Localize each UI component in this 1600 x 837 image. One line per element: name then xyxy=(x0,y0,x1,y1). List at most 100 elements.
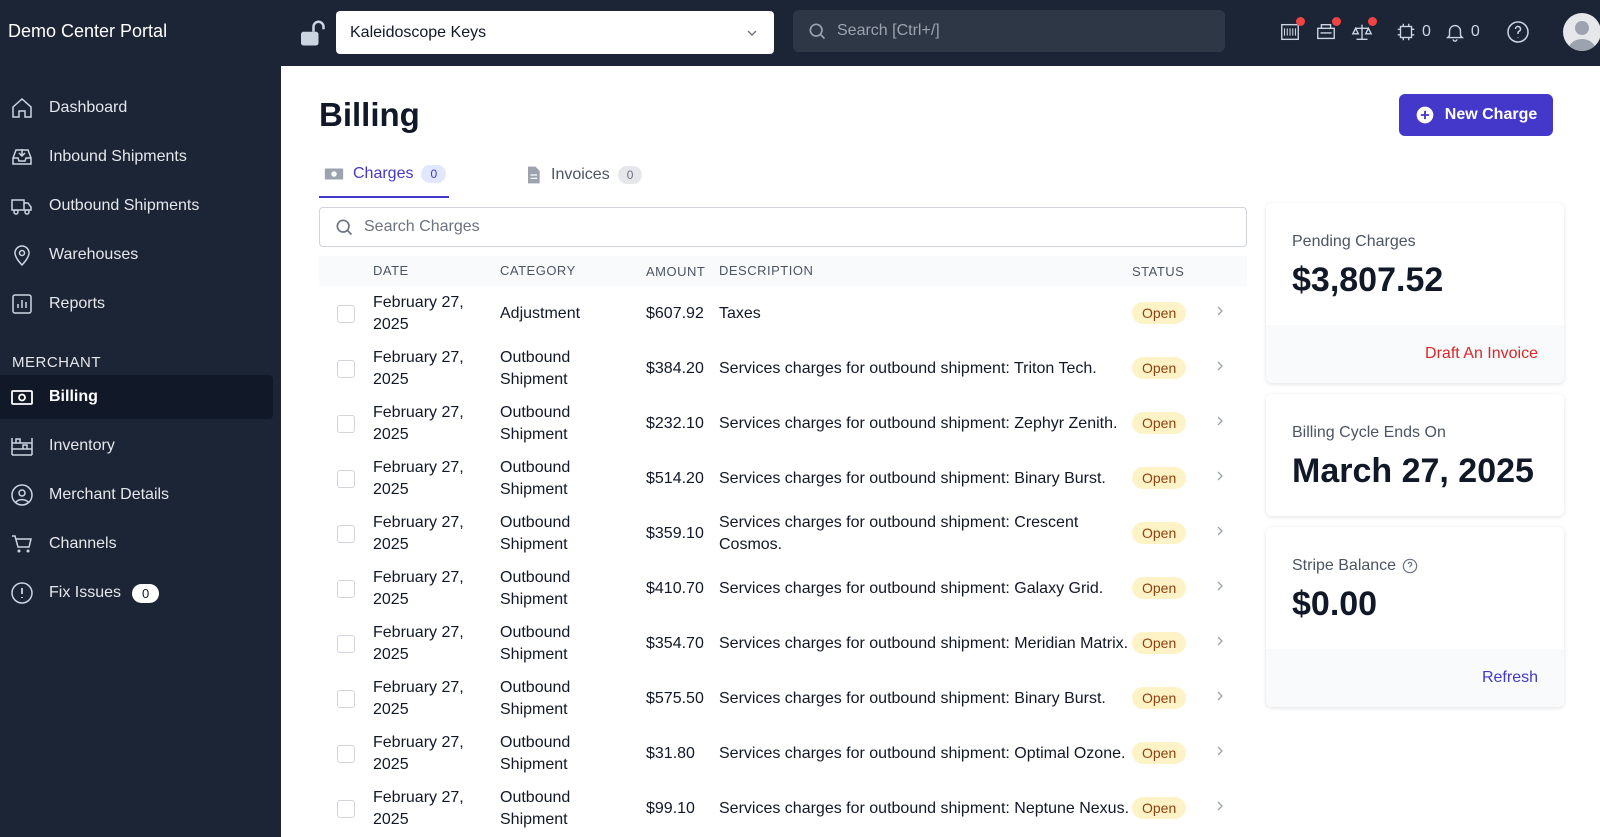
cell-description: Services charges for outbound shipment: … xyxy=(719,359,1097,377)
billing-cycle-card: Billing Cycle Ends On March 27, 2025 xyxy=(1266,394,1564,516)
refresh-link[interactable]: Refresh xyxy=(1482,669,1538,686)
chevron-right-icon[interactable] xyxy=(1212,468,1242,489)
sidebar-item-merchant-details[interactable]: Merchant Details xyxy=(0,473,273,517)
chevron-right-icon[interactable] xyxy=(1212,358,1242,379)
sidebar-item-outbound-shipments[interactable]: Outbound Shipments xyxy=(0,184,273,228)
column-header-category[interactable]: CATEGORY xyxy=(500,260,646,282)
column-header-amount[interactable]: AMOUNT xyxy=(646,264,719,279)
sidebar-item-fix-issues[interactable]: Fix Issues 0 xyxy=(0,571,273,615)
chevron-right-icon[interactable] xyxy=(1212,523,1242,544)
sidebar-item-channels[interactable]: Channels xyxy=(0,522,273,566)
table-row[interactable]: February 27, 2025 Outbound Shipment $232.10 S… xyxy=(319,396,1247,451)
date-line: February 27, xyxy=(373,403,464,421)
stripe-balance-value: $0.00 xyxy=(1292,585,1378,623)
column-header-status[interactable]: STATUS xyxy=(1132,264,1212,279)
row-checkbox[interactable] xyxy=(337,414,355,433)
status-badge: Open xyxy=(1132,411,1187,434)
chip-icon[interactable] xyxy=(1394,20,1418,44)
printer-icon[interactable] xyxy=(1314,17,1341,44)
help-icon[interactable] xyxy=(1506,20,1530,44)
unlock-icon[interactable] xyxy=(296,18,326,48)
row-checkbox[interactable] xyxy=(337,304,355,323)
row-checkbox[interactable] xyxy=(337,634,355,653)
cell-date: February 27, 2025 xyxy=(373,622,500,666)
date-line: February 27, xyxy=(373,623,464,641)
row-checkbox[interactable] xyxy=(337,359,355,378)
draft-invoice-link[interactable]: Draft An Invoice xyxy=(1425,345,1538,362)
billing-cycle-value: March 27, 2025 xyxy=(1292,452,1534,490)
table-row[interactable]: February 27, 2025 Outbound Shipment $354.70 S… xyxy=(319,616,1247,671)
cell-status: Open xyxy=(1132,576,1212,599)
avatar[interactable] xyxy=(1563,13,1600,51)
status-badge: Open xyxy=(1132,576,1187,599)
date-line: 2025 xyxy=(373,645,409,663)
column-header-date[interactable]: DATE xyxy=(373,260,500,282)
top-icons: 0 0 xyxy=(1278,17,1530,47)
row-checkbox[interactable] xyxy=(337,469,355,488)
date-line: 2025 xyxy=(373,425,409,443)
table-row[interactable]: February 27, 2025 Outbound Shipment $99.10 Se… xyxy=(319,781,1247,836)
card-footer: Refresh xyxy=(1266,649,1564,707)
cell-status: Open xyxy=(1132,686,1212,709)
table-row[interactable]: February 27, 2025 Outbound Shipment $384.20 S… xyxy=(319,341,1247,396)
sidebar-item-label: Outbound Shipments xyxy=(49,197,200,214)
row-checkbox[interactable] xyxy=(337,524,355,543)
row-checkbox[interactable] xyxy=(337,799,355,818)
table-row[interactable]: February 27, 2025 Outbound Shipment $31.80 Se… xyxy=(319,726,1247,781)
row-checkbox[interactable] xyxy=(337,689,355,708)
global-search-input[interactable]: Search [Ctrl+/] xyxy=(793,10,1225,52)
cell-date: February 27, 2025 xyxy=(373,677,500,721)
sidebar-item-billing[interactable]: Billing xyxy=(0,375,273,419)
cell-date: February 27, 2025 xyxy=(373,402,500,446)
row-checkbox[interactable] xyxy=(337,744,355,763)
search-icon xyxy=(809,23,826,40)
status-badge: Open xyxy=(1132,741,1187,764)
chevron-right-icon[interactable] xyxy=(1212,633,1242,654)
sidebar-item-reports[interactable]: Reports xyxy=(0,282,273,326)
table-row[interactable]: February 27, 2025 Outbound Shipment $359.10 S… xyxy=(319,506,1247,561)
category-line: Outbound xyxy=(500,623,571,641)
chevron-right-icon[interactable] xyxy=(1212,413,1242,434)
account-select[interactable]: Kaleidoscope Keys xyxy=(336,11,774,54)
category-line: Outbound xyxy=(500,348,571,366)
search-charges-input[interactable]: Search Charges xyxy=(319,207,1247,247)
document-icon xyxy=(528,166,540,184)
cell-description: Services charges for outbound shipment: … xyxy=(719,799,1130,817)
cell-amount: $514.20 xyxy=(646,469,704,487)
new-charge-button[interactable]: New Charge xyxy=(1399,94,1553,136)
sidebar-item-dashboard[interactable]: Dashboard xyxy=(0,86,273,130)
cell-amount: $410.70 xyxy=(646,579,704,597)
chevron-right-icon[interactable] xyxy=(1212,743,1242,764)
table-row[interactable]: February 27, 2025 Outbound Shipment $410.70 S… xyxy=(319,561,1247,616)
tab-charges[interactable]: Charges 0 xyxy=(319,152,449,198)
sidebar-item-inventory[interactable]: Inventory xyxy=(0,424,273,468)
barcode-scanner-icon[interactable] xyxy=(1278,17,1305,44)
charges-table: DATE CATEGORY AMOUNT DESCRIPTION STATUS … xyxy=(319,256,1247,836)
top-bar: Demo Center Portal Kaleidoscope Keys Sea… xyxy=(0,0,1600,66)
sidebar-item-inbound-shipments[interactable]: Inbound Shipments xyxy=(0,135,273,179)
bell-icon[interactable] xyxy=(1443,20,1467,44)
column-header-description[interactable]: DESCRIPTION xyxy=(719,260,1132,282)
cell-status: Open xyxy=(1132,301,1212,324)
table-row[interactable]: February 27, 2025 Outbound Shipment $575.50 S… xyxy=(319,671,1247,726)
chevron-right-icon[interactable] xyxy=(1212,303,1242,324)
chevron-right-icon[interactable] xyxy=(1212,688,1242,709)
card-label: Stripe Balance xyxy=(1292,557,1538,575)
date-line: 2025 xyxy=(373,315,409,333)
cell-date: February 27, 2025 xyxy=(373,567,500,611)
row-checkbox[interactable] xyxy=(337,579,355,598)
date-line: February 27, xyxy=(373,678,464,696)
cell-description: Services charges for outbound shipment: … xyxy=(719,634,1129,652)
table-row[interactable]: February 27, 2025 Adjustment $607.92 Taxes Op… xyxy=(319,286,1247,341)
date-line: 2025 xyxy=(373,480,409,498)
sidebar-item-warehouses[interactable]: Warehouses xyxy=(0,233,273,277)
scale-icon[interactable] xyxy=(1350,17,1377,44)
help-icon[interactable] xyxy=(1402,558,1418,574)
chevron-right-icon[interactable] xyxy=(1212,578,1242,599)
table-row[interactable]: February 27, 2025 Outbound Shipment $514.20 S… xyxy=(319,451,1247,506)
category-line: Shipment xyxy=(500,645,568,663)
cell-category: Adjustment xyxy=(500,303,646,325)
tab-invoices[interactable]: Invoices 0 xyxy=(523,152,643,198)
sidebar-item-label: Inbound Shipments xyxy=(49,148,187,165)
chevron-right-icon[interactable] xyxy=(1212,798,1242,819)
